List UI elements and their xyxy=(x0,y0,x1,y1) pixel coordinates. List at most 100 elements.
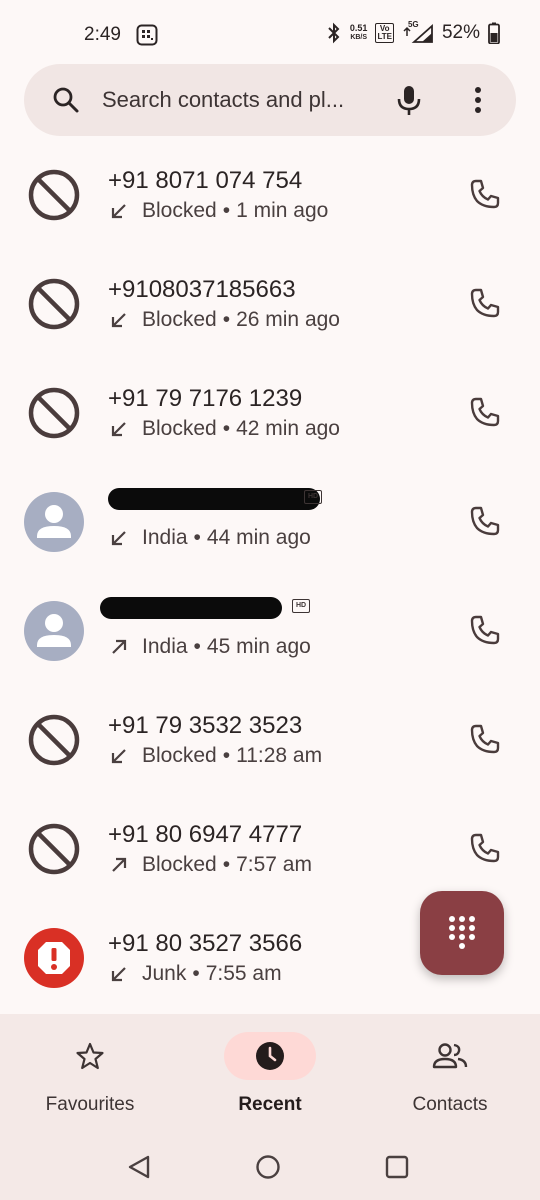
call-back-phone-icon[interactable] xyxy=(468,613,502,647)
blocked-icon xyxy=(28,823,80,875)
call-label: Blocked xyxy=(142,744,217,767)
incoming-call-arrow-icon xyxy=(111,531,126,546)
spam-warning-icon xyxy=(24,928,84,988)
nav-recent-label: Recent xyxy=(238,1094,302,1115)
call-label: India xyxy=(142,526,188,549)
recent-apps-icon[interactable] xyxy=(385,1155,409,1179)
call-label: India xyxy=(142,635,188,658)
search-bar[interactable]: Search contacts and pl... xyxy=(24,64,516,136)
person-icon xyxy=(24,601,84,661)
search-input[interactable]: Search contacts and pl... xyxy=(102,84,392,116)
back-icon[interactable] xyxy=(126,1154,152,1180)
incoming-call-arrow-icon xyxy=(111,967,126,982)
caller-number: +91 8071 074 754 xyxy=(108,167,303,194)
call-back-phone-icon[interactable] xyxy=(468,177,502,211)
incoming-call-arrow-icon xyxy=(111,749,126,764)
separator: • xyxy=(222,417,231,440)
system-navigation-bar xyxy=(0,1134,540,1200)
redacted-number xyxy=(108,488,320,510)
call-details: Junk • 7:55 am xyxy=(108,962,282,986)
call-time: 1 min ago xyxy=(236,199,329,222)
outgoing-call-arrow-icon xyxy=(112,639,127,654)
call-log-item[interactable]: +91 80 6947 4777 Blocked • 7:57 am xyxy=(0,797,540,906)
call-back-phone-icon[interactable] xyxy=(468,504,502,538)
separator: • xyxy=(222,308,231,331)
call-log-item[interactable]: HD India • 45 min ago xyxy=(0,579,540,688)
dialpad-icon xyxy=(449,916,475,949)
separator: • xyxy=(192,962,200,985)
call-back-phone-icon[interactable] xyxy=(468,722,502,756)
volte-icon: Vo LTE xyxy=(375,23,394,43)
call-back-phone-icon[interactable] xyxy=(468,286,502,320)
caller-number: +91 80 3527 3566 xyxy=(108,930,303,957)
call-time: 11:28 am xyxy=(236,744,323,767)
separator: • xyxy=(193,526,201,549)
call-log-item[interactable]: HD India • 44 min ago xyxy=(0,470,540,579)
blocked-icon xyxy=(28,169,80,221)
call-time: 7:57 am xyxy=(236,853,312,876)
home-icon[interactable] xyxy=(255,1154,281,1180)
call-back-phone-icon[interactable] xyxy=(468,395,502,429)
incoming-call-arrow-icon xyxy=(111,313,126,328)
battery-percent: 52% xyxy=(441,22,480,43)
call-label: Blocked xyxy=(142,417,217,440)
hd-badge: HD xyxy=(304,490,322,504)
person-icon xyxy=(24,492,84,552)
nav-recent[interactable]: Recent xyxy=(180,1014,360,1134)
clock-icon xyxy=(256,1042,284,1070)
call-details: Blocked • 26 min ago xyxy=(108,308,340,332)
call-details: Blocked • 11:28 am xyxy=(108,744,322,768)
call-time: 7:55 am xyxy=(205,962,282,985)
hd-badge: HD xyxy=(292,599,310,613)
incoming-call-arrow-icon xyxy=(111,204,126,219)
outgoing-call-arrow-icon xyxy=(112,857,127,872)
nav-favourites[interactable]: Favourites xyxy=(0,1014,180,1134)
call-label: Blocked xyxy=(142,308,217,331)
call-time: 45 min ago xyxy=(206,635,311,658)
call-details: Blocked • 7:57 am xyxy=(108,853,312,877)
qr-scanner-icon xyxy=(136,24,158,46)
redacted-number xyxy=(100,597,282,619)
caller-number: +91 79 7176 1239 xyxy=(108,385,303,412)
caller-number: +9108037185663 xyxy=(108,276,296,303)
call-label: Junk xyxy=(142,962,187,985)
more-options-icon[interactable] xyxy=(466,84,490,116)
call-log-item[interactable]: +9108037185663 Blocked • 26 min ago xyxy=(0,252,540,361)
nav-contacts[interactable]: Contacts xyxy=(360,1014,540,1134)
status-time: 2:49 xyxy=(84,24,121,45)
blocked-icon xyxy=(28,387,80,439)
contacts-icon xyxy=(432,1043,468,1069)
incoming-call-arrow-icon xyxy=(111,422,126,437)
call-time: 42 min ago xyxy=(236,417,340,440)
network-speed: 0.51 KB/S xyxy=(349,23,368,42)
call-back-phone-icon[interactable] xyxy=(468,831,502,865)
call-log-item[interactable]: +91 79 7176 1239 Blocked • 42 min ago xyxy=(0,361,540,470)
call-details: India • 45 min ago xyxy=(108,635,311,659)
call-time: 44 min ago xyxy=(206,526,311,549)
call-log-item[interactable]: +91 8071 074 754 Blocked • 1 min ago xyxy=(0,143,540,252)
dialpad-button[interactable] xyxy=(420,891,504,975)
separator: • xyxy=(222,199,231,222)
call-time: 26 min ago xyxy=(236,308,340,331)
star-icon xyxy=(76,1042,104,1070)
search-icon[interactable] xyxy=(52,86,80,114)
call-label: Blocked xyxy=(142,199,217,222)
status-bar: 2:49 0.51 KB/S Vo LTE 5G 52% xyxy=(0,0,540,64)
bluetooth-icon xyxy=(328,22,340,44)
call-log-item[interactable]: +91 79 3532 3523 Blocked • 11:28 am xyxy=(0,688,540,797)
nav-favourites-label: Favourites xyxy=(45,1094,135,1115)
signal-icon: 5G xyxy=(402,20,434,44)
microphone-icon[interactable] xyxy=(394,84,424,116)
blocked-icon xyxy=(28,278,80,330)
caller-number: +91 80 6947 4777 xyxy=(108,821,303,848)
call-details: India • 44 min ago xyxy=(108,526,311,550)
call-details: Blocked • 1 min ago xyxy=(108,199,328,223)
separator: • xyxy=(193,635,201,658)
call-label: Blocked xyxy=(142,853,217,876)
caller-number: +91 79 3532 3523 xyxy=(108,712,303,739)
bottom-navigation: Favourites Recent Contacts xyxy=(0,1014,540,1134)
separator: • xyxy=(222,853,231,876)
battery-icon xyxy=(488,22,500,44)
separator: • xyxy=(222,744,231,767)
call-details: Blocked • 42 min ago xyxy=(108,417,340,441)
